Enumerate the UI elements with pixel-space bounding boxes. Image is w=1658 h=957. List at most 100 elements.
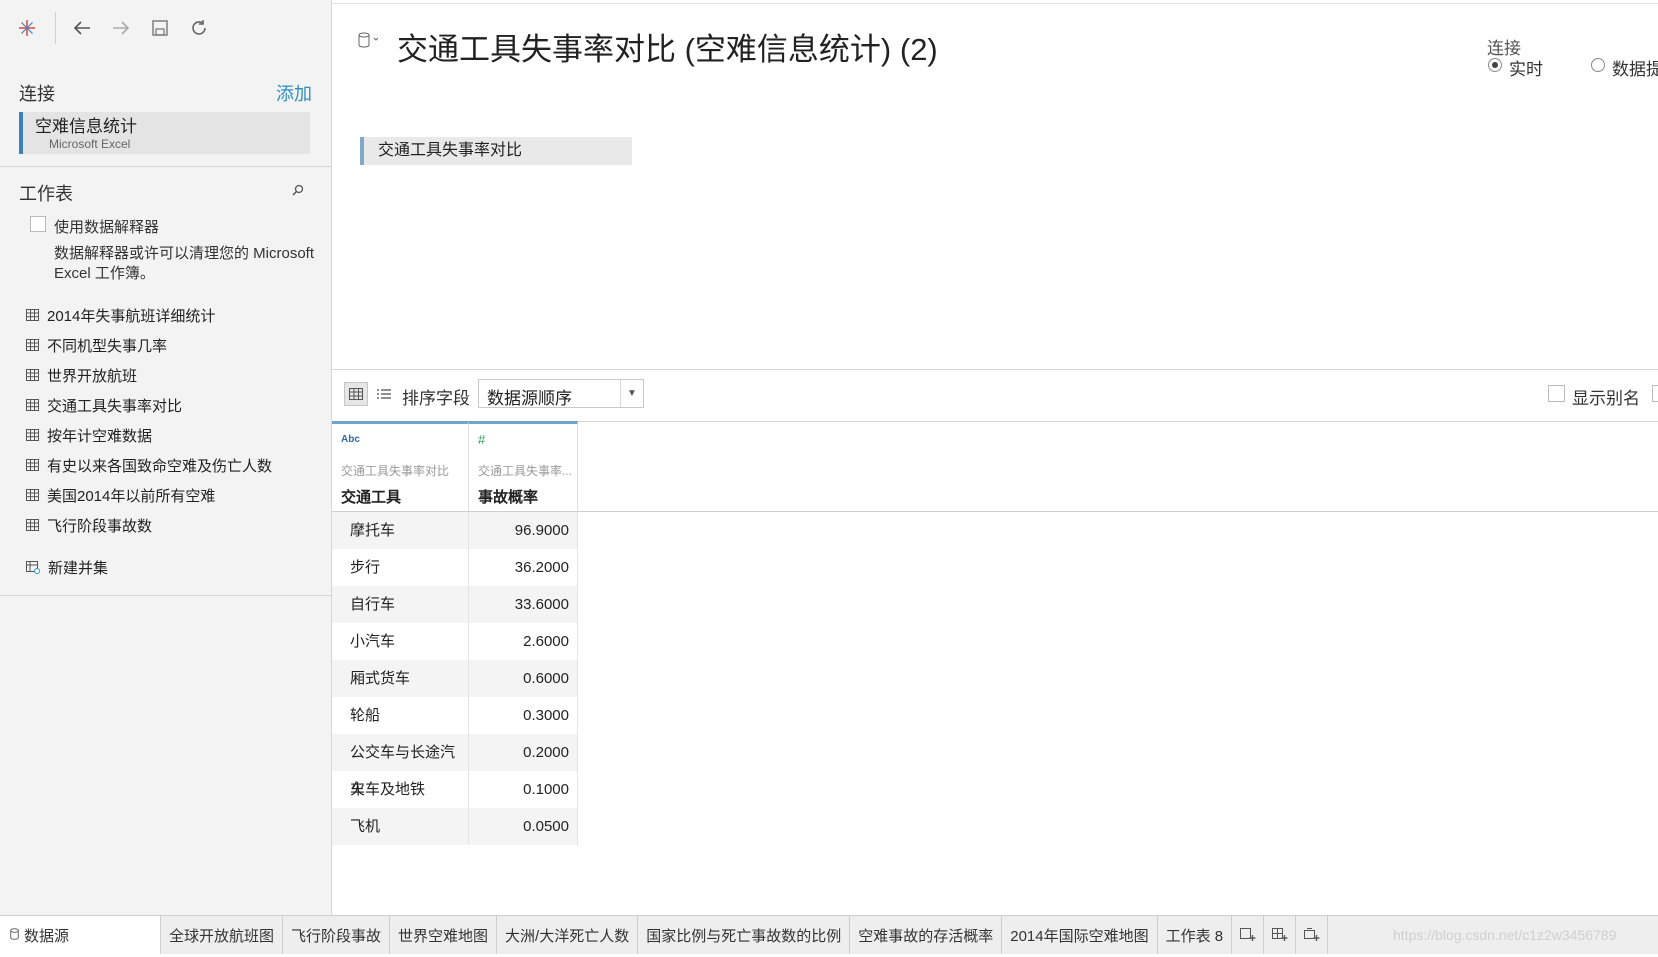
cell-probability[interactable]: 36.2000 (469, 549, 578, 586)
datasource-title[interactable]: 交通工具失事率对比 (空难信息统计) (2) (397, 24, 938, 69)
new-dashboard-icon[interactable] (1264, 916, 1297, 954)
sheet-tab[interactable]: 全球开放航班图 (161, 916, 284, 954)
cell-probability[interactable]: 2.6000 (469, 623, 578, 660)
sort-fields-select[interactable]: 数据源顺序 ▼ (478, 379, 644, 408)
cell-probability[interactable]: 0.1000 (469, 771, 578, 808)
tableau-logo-icon[interactable] (13, 14, 41, 42)
cell-vehicle[interactable]: 步行 (332, 549, 469, 586)
sheet-item[interactable]: 不同机型失事几率 (26, 330, 272, 360)
column-source: 交通工具失事率... (478, 464, 573, 478)
show-hidden-fields-checkbox[interactable] (1652, 385, 1658, 402)
add-connection-link[interactable]: 添加 (276, 80, 312, 106)
cell-vehicle[interactable]: 摩托车 (332, 512, 469, 549)
cell-probability[interactable]: 33.6000 (469, 586, 578, 623)
sheet-item[interactable]: 2014年失事航班详细统计 (26, 300, 272, 330)
live-radio[interactable] (1488, 58, 1502, 72)
extract-radio-label: 数据提 (1612, 60, 1658, 79)
cell-probability[interactable]: 0.2000 (469, 734, 578, 771)
watermark-text: https://blog.csdn.net/c1z2w3456789 (1393, 927, 1617, 943)
sheet-item-label: 不同机型失事几率 (47, 337, 168, 355)
column-header[interactable]: Abc 交通工具失事率对比 交通工具 (332, 421, 469, 511)
cell-vehicle[interactable]: 飞机 (332, 808, 469, 845)
table-row: 厢式货车 0.6000 (332, 660, 1658, 697)
connection-name: 空难信息统计 (35, 117, 137, 136)
table-icon (26, 459, 39, 471)
cell-vehicle[interactable]: 小汽车 (332, 623, 469, 660)
cell-vehicle[interactable]: 火车及地铁 (332, 771, 469, 808)
grid-view-icon[interactable] (344, 382, 368, 406)
canvas-table-chip[interactable]: 交通工具失事率对比 (360, 137, 632, 165)
table-row: 公交车与长途汽车 0.2000 (332, 734, 1658, 798)
sheet-tab[interactable]: 空难事故的存活概率 (850, 916, 1003, 954)
string-type-icon[interactable]: Abc (341, 434, 360, 445)
data-interpreter-label: 使用数据解释器 (54, 219, 160, 236)
show-aliases-checkbox[interactable] (1548, 385, 1565, 402)
connection-card[interactable]: 空难信息统计 Microsoft Excel (19, 112, 310, 154)
cell-vehicle[interactable]: 自行车 (332, 586, 469, 623)
data-interpreter-checkbox[interactable] (30, 216, 46, 232)
sheet-item-label: 交通工具失事率对比 (47, 397, 183, 415)
sheet-tab[interactable]: 工作表 8 (1158, 916, 1233, 954)
sheet-item-label: 2014年失事航班详细统计 (47, 307, 216, 325)
connections-heading: 连接 (19, 84, 55, 104)
cell-probability[interactable]: 0.3000 (469, 697, 578, 734)
sheet-tab[interactable]: 飞行阶段事故 (283, 916, 391, 954)
search-icon[interactable] (292, 183, 304, 199)
forward-arrow-icon[interactable] (107, 14, 135, 42)
table-row: 小汽车 2.6000 (332, 623, 1658, 660)
tab-datasource-label: 数据源 (24, 927, 70, 945)
chevron-down-icon[interactable]: ▼ (620, 380, 643, 407)
column-name: 事故概率 (478, 489, 539, 506)
sheet-tab[interactable]: 大洲/大洋死亡人数 (497, 916, 639, 954)
sheet-item-label: 按年计空难数据 (47, 427, 153, 445)
save-icon[interactable] (146, 14, 174, 42)
cell-vehicle[interactable]: 轮船 (332, 697, 469, 734)
cell-vehicle[interactable]: 公交车与长途汽车 (332, 734, 469, 798)
table-row: 摩托车 96.9000 (332, 512, 1658, 549)
cell-vehicle[interactable]: 厢式货车 (332, 660, 469, 697)
sort-fields-label: 排序字段 (402, 389, 470, 408)
table-icon (26, 369, 39, 381)
cell-probability[interactable]: 0.6000 (469, 660, 578, 697)
list-view-icon[interactable] (374, 384, 394, 404)
refresh-icon[interactable] (185, 14, 213, 42)
table-icon (26, 399, 39, 411)
table-row: 步行 36.2000 (332, 549, 1658, 586)
new-worksheet-icon[interactable] (1232, 916, 1265, 954)
sidebar: 连接 添加 空难信息统计 Microsoft Excel 工作表 使用数据解释器… (0, 0, 332, 915)
header-filler (578, 421, 1658, 511)
column-name: 交通工具 (341, 489, 402, 506)
cell-probability[interactable]: 0.0500 (469, 808, 578, 845)
cell-probability[interactable]: 96.9000 (469, 512, 578, 549)
new-union-label: 新建并集 (48, 559, 109, 577)
back-arrow-icon[interactable] (68, 14, 96, 42)
tab-datasource[interactable]: 数据源 (0, 916, 161, 954)
sheet-item-label: 世界开放航班 (47, 367, 138, 385)
sheet-item-label: 有史以来各国致命空难及伤亡人数 (47, 457, 273, 475)
sheet-item[interactable]: 美国2014年以前所有空难 (26, 480, 272, 510)
show-aliases-label: 显示别名 (1572, 389, 1640, 408)
table-icon (26, 429, 39, 441)
worksheets-heading: 工作表 (19, 184, 73, 204)
sheet-tab[interactable]: 国家比例与死亡事故数的比例 (638, 916, 851, 954)
sheet-item[interactable]: 交通工具失事率对比 (26, 390, 272, 420)
sheet-item[interactable]: 世界开放航班 (26, 360, 272, 390)
sheet-tab[interactable]: 2014年国际空难地图 (1002, 916, 1158, 954)
new-story-icon[interactable] (1296, 916, 1329, 954)
sort-fields-value: 数据源顺序 (487, 389, 572, 408)
extract-radio[interactable] (1591, 58, 1605, 72)
sheet-tab[interactable]: 世界空难地图 (390, 916, 498, 954)
sheet-item[interactable]: 飞行阶段事故数 (26, 510, 272, 540)
table-icon (26, 489, 39, 501)
grid-body: 摩托车 96.9000 步行 36.2000 自行车 33.6000 小汽车 2.600… (332, 512, 1658, 845)
table-row: 火车及地铁 0.1000 (332, 771, 1658, 808)
sheet-item[interactable]: 按年计空难数据 (26, 420, 272, 450)
datasource-icon[interactable] (358, 32, 380, 53)
table-row: 轮船 0.3000 (332, 697, 1658, 734)
sheet-item-label: 飞行阶段事故数 (47, 517, 153, 535)
column-header[interactable]: # 交通工具失事率... 事故概率 (469, 421, 578, 511)
sheet-item[interactable]: 有史以来各国致命空难及伤亡人数 (26, 450, 272, 480)
number-type-icon[interactable]: # (478, 432, 485, 447)
new-union-button[interactable]: 新建并集 (26, 555, 108, 579)
data-grid: Abc 交通工具失事率对比 交通工具 # 交通工具失事率... 事故概率 摩托车… (332, 421, 1658, 845)
